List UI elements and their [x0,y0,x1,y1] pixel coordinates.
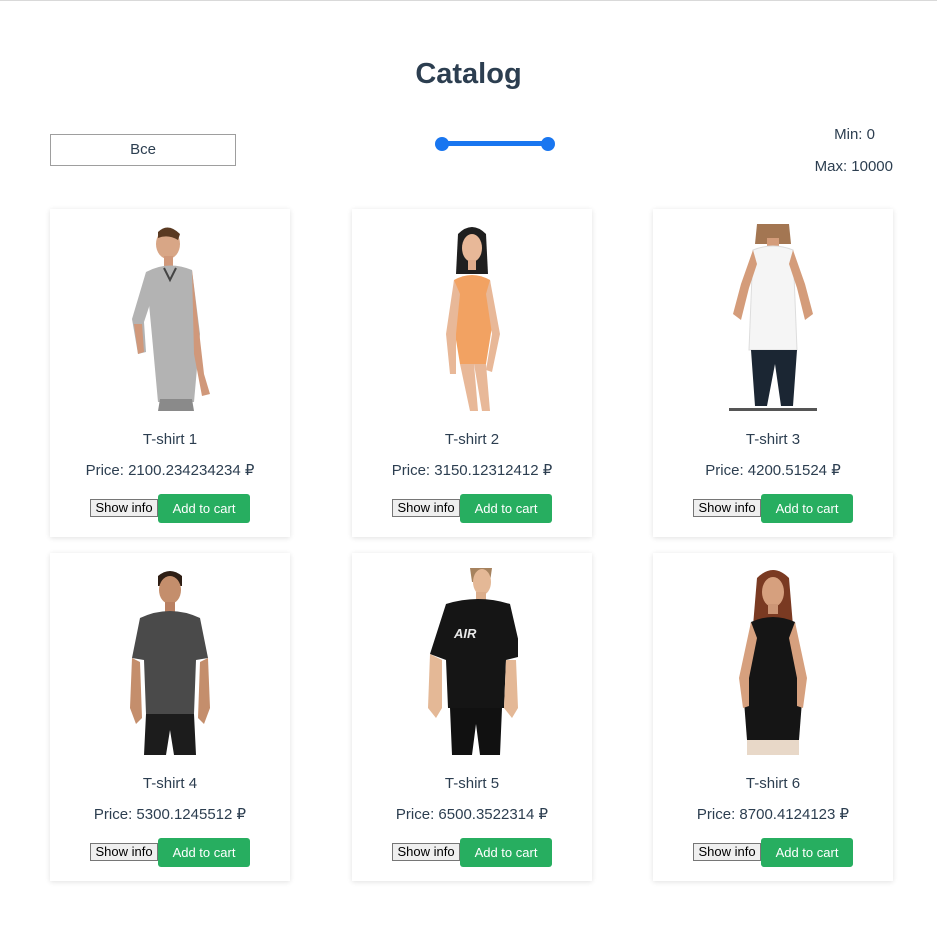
product-price: Price: 5300.1245512 ₽ [93,806,247,823]
product-price: Price: 6500.3522314 ₽ [395,806,549,823]
category-select[interactable]: Все [50,134,236,166]
add-to-cart-button[interactable]: Add to cart [460,494,552,523]
product-price: Price: 3150.12312412 ₽ [391,462,553,479]
product-image-man-grey-tshirt [124,224,216,411]
product-name: T-shirt 3 [745,431,801,448]
svg-text:AIR: AIR [453,626,477,641]
add-to-cart-button[interactable]: Add to cart [158,838,250,867]
product-image-woman-black-top [727,568,819,755]
show-info-button[interactable]: Show info [392,843,460,861]
price-range-slider[interactable] [434,135,556,153]
show-info-button[interactable]: Show info [693,499,761,517]
min-price-label: Min: 0 [834,126,875,143]
max-price-label: Max: 10000 [814,158,893,175]
product-name: T-shirt 5 [444,775,500,792]
show-info-button[interactable]: Show info [90,499,158,517]
add-to-cart-button[interactable]: Add to cart [761,494,853,523]
product-image-woman-orange-bodysuit [426,224,518,411]
product-card: T-shirt 3 Price: 4200.51524 ₽ Show info … [653,209,893,537]
price-range-track [442,141,548,146]
product-image-woman-black-tshirt: AIR [426,568,518,755]
price-range-max-handle[interactable] [541,137,555,151]
page-title: Catalog [415,58,522,90]
add-to-cart-button[interactable]: Add to cart [761,838,853,867]
product-name: T-shirt 6 [745,775,801,792]
show-info-button[interactable]: Show info [90,843,158,861]
add-to-cart-button[interactable]: Add to cart [460,838,552,867]
add-to-cart-button[interactable]: Add to cart [158,494,250,523]
product-card: T-shirt 4 Price: 5300.1245512 ₽ Show inf… [50,553,290,881]
product-price: Price: 2100.234234234 ₽ [85,462,255,479]
product-card: T-shirt 1 Price: 2100.234234234 ₽ Show i… [50,209,290,537]
top-divider [0,0,937,1]
show-info-button[interactable]: Show info [392,499,460,517]
product-card: T-shirt 6 Price: 8700.4124123 ₽ Show inf… [653,553,893,881]
product-image-woman-white-tank [727,224,819,411]
show-info-button[interactable]: Show info [693,843,761,861]
product-card: AIR T-shirt 5 Price: 6500.3522314 ₽ Show… [352,553,592,881]
product-name: T-shirt 1 [142,431,198,448]
product-card: T-shirt 2 Price: 3150.12312412 ₽ Show in… [352,209,592,537]
price-range-min-handle[interactable] [435,137,449,151]
product-price: Price: 8700.4124123 ₽ [696,806,850,823]
product-price: Price: 4200.51524 ₽ [705,462,841,479]
product-image-man-dark-tshirt [124,568,216,755]
product-name: T-shirt 4 [142,775,198,792]
product-name: T-shirt 2 [444,431,500,448]
